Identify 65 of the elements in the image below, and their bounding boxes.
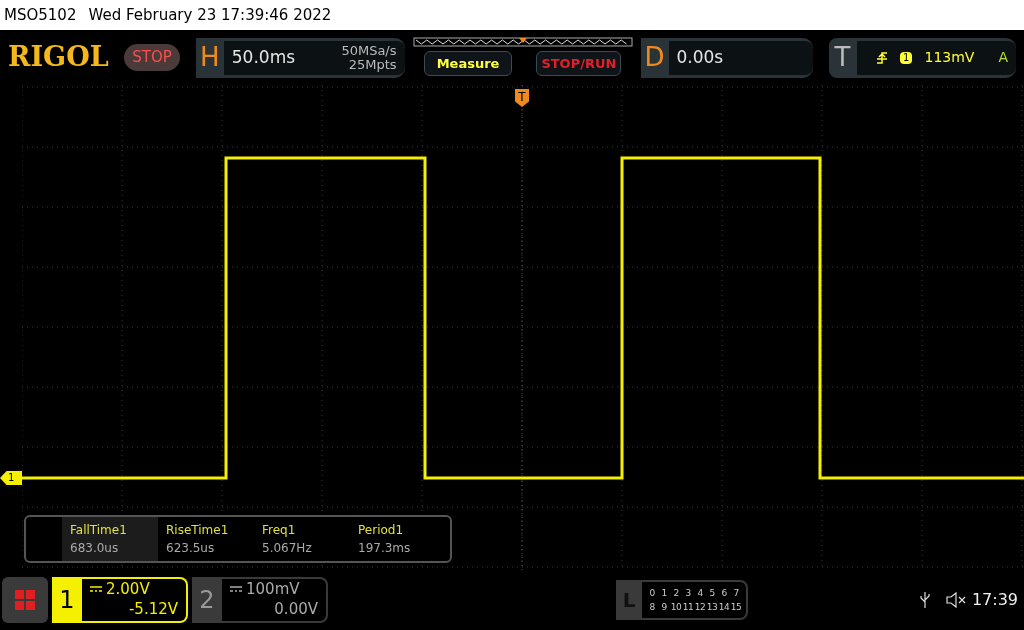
trigger-panel[interactable]: T 1 113mV A — [828, 37, 1016, 78]
measurement-item[interactable]: FallTime1 683.0us — [62, 517, 158, 561]
logic-bit-label: 9 — [660, 601, 668, 614]
model-name: MSO5102 — [4, 4, 77, 26]
logic-bit-label: 4 — [696, 587, 704, 600]
measurement-value: 623.5us — [166, 540, 216, 557]
measurement-item[interactable]: RiseTime1 623.5us — [158, 517, 254, 561]
brand-logo: RIGOL — [8, 40, 110, 75]
horizontal-label: H — [199, 41, 221, 74]
measurement-item[interactable]: Freq1 5.067Hz — [254, 517, 350, 561]
rising-edge-icon — [876, 50, 889, 65]
channel-number: 2 — [198, 585, 216, 616]
logic-bit-label: 2 — [672, 587, 680, 600]
logic-bit-label: 13 — [706, 601, 718, 614]
channel-scale: 100mV — [246, 579, 300, 599]
date-time: Wed February 23 17:39:46 2022 — [88, 4, 332, 26]
channel-offset: 0.00V — [274, 599, 318, 619]
measurement-value: 683.0us — [70, 540, 120, 557]
dc-coupling-icon — [90, 586, 102, 592]
logic-bit-label: 5 — [708, 587, 716, 600]
delay-panel[interactable]: D 0.00s — [640, 37, 813, 78]
delay-value: 0.00s — [676, 45, 724, 69]
logic-bit-label: 10 — [670, 601, 682, 614]
speaker-muted-icon — [945, 592, 968, 608]
logic-bit-label: 14 — [718, 601, 730, 614]
measurement-name: Freq1 — [262, 522, 297, 539]
delay-label: D — [643, 41, 666, 74]
measurement-item[interactable]: Period1 197.3ms — [350, 517, 446, 561]
memory-depth: 25Mpts — [348, 57, 397, 72]
logic-bit-label: 12 — [694, 601, 706, 614]
measurement-value: 5.067Hz — [262, 540, 313, 557]
channel-number: 1 — [58, 585, 76, 616]
memory-bar-icon — [412, 36, 633, 47]
channel-scale: 2.00V — [106, 579, 150, 599]
trigger-mode: A — [998, 48, 1008, 67]
logic-bit-label: 8 — [648, 601, 656, 614]
trigger-position-marker: T — [515, 89, 529, 107]
measure-button[interactable]: Measure — [423, 50, 513, 76]
timebase-value: 50.0ms — [231, 45, 296, 69]
channel-panel[interactable]: 1 2.00V -5.12V — [52, 577, 188, 623]
measurement-name: FallTime1 — [70, 522, 128, 539]
channel-panel[interactable]: 2 100mV 0.00V — [192, 577, 328, 623]
measurement-name: RiseTime1 — [166, 522, 230, 539]
measurement-name: Period1 — [358, 522, 405, 539]
logic-bit-label: 7 — [732, 587, 740, 600]
grid-icon — [15, 590, 35, 610]
trigger-source-badge: 1 — [900, 51, 913, 64]
sample-rate: 50MSa/s — [341, 43, 397, 58]
dc-coupling-icon — [230, 586, 242, 592]
measurement-value: 197.3ms — [358, 540, 412, 557]
logic-bit-label: 1 — [660, 587, 668, 600]
logic-bit-label: 0 — [648, 587, 656, 600]
timebase-panel[interactable]: H 50.0ms 50MSa/s 25Mpts — [195, 37, 405, 78]
logic-bit-label: 6 — [720, 587, 728, 600]
logic-bit-label: 3 — [684, 587, 692, 600]
trigger-label: T — [833, 41, 852, 74]
channel-marker: 1 — [0, 471, 22, 485]
logic-bit-label: 11 — [682, 601, 694, 614]
trigger-level: 113mV — [924, 48, 975, 67]
usb-icon — [919, 592, 930, 608]
menu-button[interactable] — [2, 577, 48, 623]
channel-offset: -5.12V — [128, 599, 178, 619]
clock-time: 17:39 — [971, 589, 1018, 611]
stop-run-button[interactable]: STOP/RUN — [536, 50, 622, 76]
logic-bit-label: 15 — [730, 601, 742, 614]
